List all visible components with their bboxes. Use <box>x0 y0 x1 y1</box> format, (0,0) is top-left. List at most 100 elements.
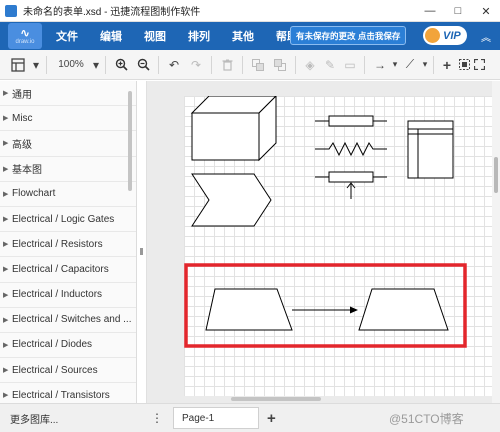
caret-right-icon: ▶ <box>3 140 9 148</box>
sidebar-item-label: Electrical / Capacitors <box>12 263 109 275</box>
logo-subtitle: draw.io <box>15 38 35 45</box>
chevron-down-icon[interactable]: ▾ <box>91 54 101 76</box>
sidebar-item-label: Electrical / Switches and ... <box>12 314 132 326</box>
fullscreen-icon[interactable] <box>472 54 486 76</box>
caret-right-icon: ▶ <box>3 165 9 173</box>
sidebar-item-inductors[interactable]: ▶ Electrical / Inductors <box>0 283 136 308</box>
vertical-scroll-thumb[interactable] <box>494 157 498 193</box>
splitter-grip-icon[interactable] <box>140 248 143 255</box>
unsaved-changes-button[interactable]: 有未保存的更改 点击我保存 <box>290 26 407 45</box>
logo-mark-icon: ∿ <box>19 25 31 40</box>
sidebar-item-label: Electrical / Transistors <box>12 389 110 401</box>
sidebar-item-label: Electrical / Diodes <box>12 339 93 351</box>
close-button[interactable]: ✕ <box>472 0 500 22</box>
sidebar-item-advanced[interactable]: ▶ 高级 <box>0 131 136 157</box>
trapezoid-shape-left[interactable] <box>205 288 293 331</box>
minimize-button[interactable]: — <box>416 0 444 22</box>
shadow-icon[interactable]: ▭ <box>340 54 360 76</box>
caret-right-icon: ▶ <box>3 392 9 400</box>
zoom-in-icon[interactable] <box>110 54 132 76</box>
diagram-canvas[interactable] <box>147 81 492 403</box>
toolbar-divider <box>295 55 296 74</box>
zoom-level[interactable]: 100% <box>51 54 91 76</box>
menu-view[interactable]: 视图 <box>144 28 166 44</box>
undo-icon[interactable]: ↶ <box>163 54 185 76</box>
to-front-icon[interactable] <box>247 54 269 76</box>
toolbar-divider <box>158 55 159 74</box>
sidebar-item-label: 基本图 <box>12 165 42 177</box>
trapezoid-shape-right[interactable] <box>358 288 449 331</box>
page-tab-label: Page-1 <box>182 412 215 424</box>
sidebar-scrollbar[interactable] <box>128 91 132 191</box>
diagram-page[interactable] <box>184 96 492 396</box>
sidebar-item-label: Electrical / Inductors <box>12 289 103 301</box>
format-panel-icon[interactable] <box>6 54 30 76</box>
menu-arrange[interactable]: 排列 <box>188 28 210 44</box>
connector-arrow[interactable] <box>292 306 358 314</box>
caret-right-icon: ▶ <box>3 115 9 123</box>
add-page-button[interactable]: + <box>267 410 276 427</box>
toolbar-divider <box>211 55 212 74</box>
sidebar-splitter[interactable] <box>137 81 147 403</box>
zigzag-resistor-shape[interactable] <box>315 141 387 157</box>
page-menu-icon[interactable]: ⋮ <box>147 411 167 425</box>
zoom-out-icon[interactable] <box>132 54 154 76</box>
sidebar-item-transistors[interactable]: ▶ Electrical / Transistors <box>0 383 136 403</box>
menu-file[interactable]: 文件 <box>56 28 78 44</box>
sidebar-item-logic-gates[interactable]: ▶ Electrical / Logic Gates <box>0 207 136 233</box>
container-shape[interactable] <box>407 120 454 179</box>
sidebar-item-general[interactable]: ▶ 通用 <box>0 81 136 107</box>
toolbar-divider <box>433 55 434 74</box>
page-tabs-bar: ⋮ Page-1 + @51CTO博客 <box>137 397 500 432</box>
sidebar-item-capacitors[interactable]: ▶ Electrical / Capacitors <box>0 257 136 283</box>
menu-items: 文件 编辑 视图 排列 其他 帮助 <box>56 28 320 44</box>
menu-bar: ∿ draw.io 文件 编辑 视图 排列 其他 帮助 有未保存的更改 点击我保… <box>0 22 500 50</box>
sidebar-item-label: Flowchart <box>12 188 56 200</box>
chevron-up-icon[interactable]: ︽ <box>481 29 491 44</box>
sidebar-item-basic[interactable]: ▶ 基本图 <box>0 157 136 182</box>
sidebar-item-label: Misc <box>12 112 33 124</box>
window-controls: — □ ✕ <box>416 0 500 22</box>
sidebar-item-flowchart[interactable]: ▶ Flowchart <box>0 182 136 207</box>
toolbar-divider <box>46 55 47 74</box>
resistor-shape[interactable] <box>315 115 387 127</box>
to-back-icon[interactable] <box>269 54 291 76</box>
caret-right-icon: ▶ <box>3 216 9 224</box>
cube-shape[interactable] <box>190 96 277 162</box>
canvas-vertical-scrollbar[interactable] <box>492 81 500 403</box>
sidebar-item-switches[interactable]: ▶ Electrical / Switches and ... <box>0 308 136 333</box>
fill-color-icon[interactable]: ◈ <box>300 54 320 76</box>
sidebar-item-resistors[interactable]: ▶ Electrical / Resistors <box>0 232 136 258</box>
horizontal-scroll-thumb[interactable] <box>231 397 321 401</box>
app-icon <box>5 4 17 17</box>
sidebar-item-sources[interactable]: ▶ Electrical / Sources <box>0 358 136 384</box>
caret-right-icon: ▶ <box>3 367 9 375</box>
potentiometer-shape[interactable] <box>315 171 387 199</box>
more-libraries-link[interactable]: 更多图库... <box>0 403 137 432</box>
chevron-down-icon[interactable]: ▾ <box>391 54 399 76</box>
step-shape[interactable] <box>191 173 272 227</box>
waypoint-icon[interactable]: ⟋ <box>399 54 421 76</box>
chevron-down-icon[interactable]: ▾ <box>30 54 42 76</box>
menu-edit[interactable]: 编辑 <box>100 28 122 44</box>
connection-arrow-icon[interactable]: → <box>369 54 391 76</box>
app-logo: ∿ draw.io <box>8 23 42 49</box>
toolbar-divider <box>364 55 365 74</box>
line-color-icon[interactable]: ✎ <box>320 54 340 76</box>
caret-right-icon: ▶ <box>3 190 9 198</box>
maximize-button[interactable]: □ <box>444 0 472 22</box>
vip-badge[interactable]: VIP <box>423 26 467 45</box>
sidebar-item-label: 通用 <box>12 89 32 101</box>
sidebar-item-diodes[interactable]: ▶ Electrical / Diodes <box>0 333 136 359</box>
redo-icon[interactable]: ↷ <box>185 54 207 76</box>
caret-right-icon: ▶ <box>3 341 9 349</box>
watermark-text: @51CTO博客 <box>389 412 464 426</box>
sidebar-item-label: 高级 <box>12 139 32 151</box>
menu-other[interactable]: 其他 <box>232 28 254 44</box>
chevron-down-icon[interactable]: ▾ <box>421 54 429 76</box>
sidebar-item-misc[interactable]: ▶ Misc <box>0 106 136 132</box>
fit-window-icon[interactable] <box>456 54 472 76</box>
delete-icon[interactable] <box>216 54 238 76</box>
insert-plus-icon[interactable]: + <box>438 54 456 76</box>
tab-page-1[interactable]: Page-1 <box>173 407 259 429</box>
